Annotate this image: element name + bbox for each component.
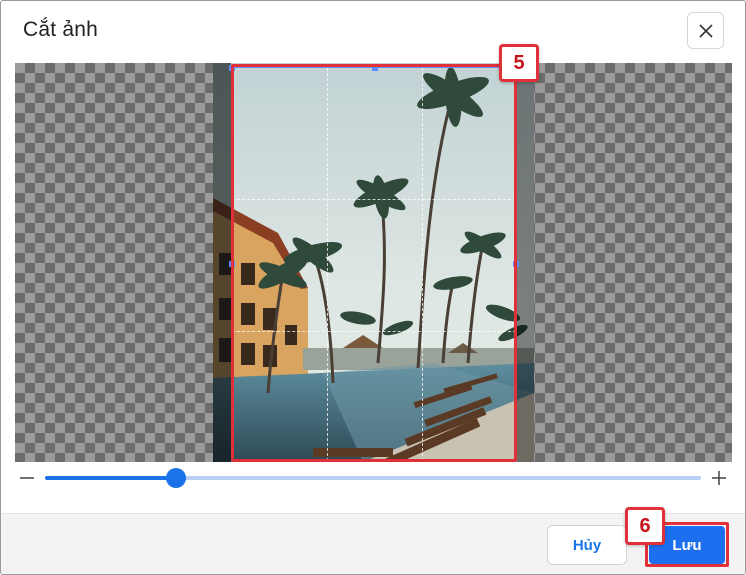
minus-icon [20,477,34,479]
crop-area-highlight [231,64,517,462]
zoom-in-button[interactable] [708,467,730,489]
close-button[interactable] [687,12,724,49]
close-icon [698,23,713,38]
zoom-control [15,465,732,493]
step-5-number: 5 [513,51,525,74]
dialog-title: Cắt ảnh [23,18,98,41]
zoom-slider[interactable] [45,468,701,488]
step-6-number: 6 [639,514,651,537]
cancel-button[interactable]: Hủy [547,525,627,565]
step-5-badge: 5 [499,44,539,82]
outside-crop-shade-right [517,63,534,462]
crop-image-dialog: Cắt ảnh 5 Hủy Lưu 6 [0,0,746,575]
step-6-badge: 6 [625,507,665,545]
zoom-out-button[interactable] [16,467,38,489]
plus-icon [712,471,726,485]
zoom-slider-fill [45,476,177,480]
zoom-slider-thumb[interactable] [166,468,187,488]
